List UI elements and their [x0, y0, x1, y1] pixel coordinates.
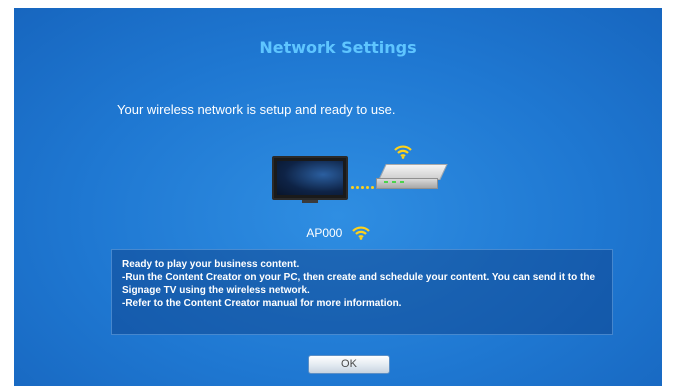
network-name: AP000	[306, 226, 343, 240]
connection-dots	[351, 174, 377, 189]
router-icon	[376, 164, 448, 190]
network-settings-screen: Network Settings Your wireless network i…	[14, 8, 662, 386]
wifi-icon	[351, 226, 370, 240]
router-light	[392, 181, 396, 183]
info-line: -Run the Content Creator on your PC, the…	[122, 272, 596, 296]
frame: Network Settings Your wireless network i…	[0, 0, 676, 386]
connection-illustration	[272, 144, 452, 214]
router-front	[376, 178, 438, 189]
access-point-row: AP000	[14, 226, 662, 240]
status-message: Your wireless network is setup and ready…	[117, 102, 396, 117]
info-panel: Ready to play your business content. -Ru…	[111, 249, 613, 335]
info-line: -Refer to the Content Creator manual for…	[122, 298, 402, 309]
router-light	[384, 181, 388, 183]
page-title: Network Settings	[259, 38, 417, 57]
ok-button[interactable]: OK	[308, 355, 390, 374]
tv-stand	[302, 200, 318, 203]
tv-icon	[272, 156, 348, 200]
router-wifi-icon	[394, 144, 412, 159]
tv-screen	[277, 161, 343, 195]
info-line: Ready to play your business content.	[122, 259, 300, 270]
router-light	[400, 181, 404, 183]
